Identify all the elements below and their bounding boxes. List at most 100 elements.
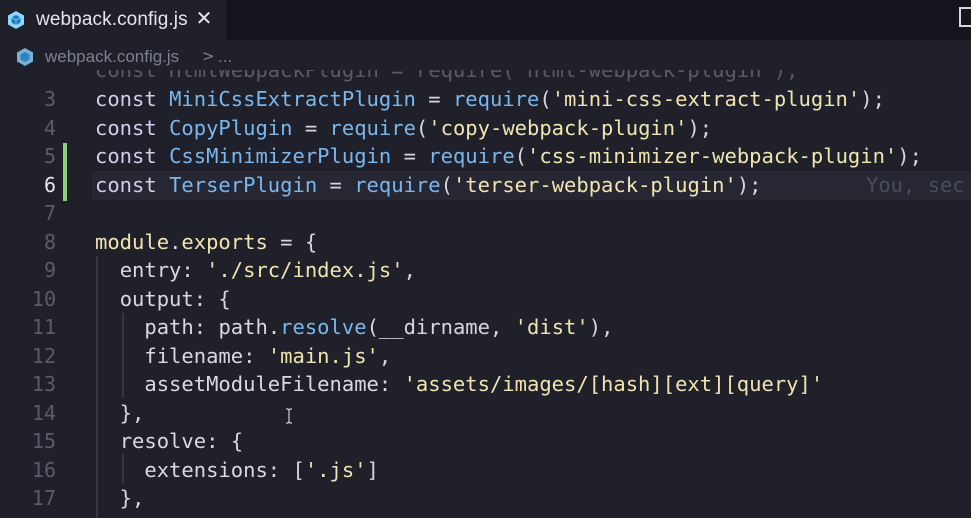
- code-line[interactable]: 14 },: [0, 399, 971, 427]
- code-token: );: [687, 115, 713, 140]
- code-token: .: [169, 229, 182, 254]
- code-line[interactable]: 7: [0, 199, 971, 227]
- code-content: },: [95, 484, 145, 512]
- git-blame-annotation: You, sec: [866, 173, 965, 197]
- line-number: 11: [31, 315, 56, 339]
- code-token: ),: [588, 315, 614, 339]
- breadcrumb-symbols[interactable]: ...: [218, 47, 232, 67]
- code-token: :: [243, 343, 268, 368]
- code-token: const: [95, 172, 170, 197]
- close-icon[interactable]: ✕: [192, 6, 216, 30]
- code-token: TerserPlugin: [169, 172, 318, 197]
- code-content: const TerserPlugin = require('terser-web…: [95, 171, 762, 199]
- code-line[interactable]: 3 const MiniCssExtractPlugin = require('m…: [0, 85, 971, 113]
- code-content: path: path.resolve(__dirname, 'dist'),: [95, 313, 613, 341]
- code-line[interactable]: 4 const CopyPlugin = require('copy-webpac…: [0, 114, 971, 142]
- code-line[interactable]: 5 const CssMinimizerPlugin = require('css…: [0, 142, 971, 170]
- code-token: : [: [267, 457, 305, 482]
- code-token: = {: [267, 229, 318, 254]
- code-token: .: [267, 315, 281, 339]
- code-content: extensions: ['.js']: [95, 456, 379, 484]
- code-token: const: [95, 115, 170, 140]
- code-line[interactable]: 8 module.exports = {: [0, 228, 971, 256]
- code-line[interactable]: 10 output: {: [0, 285, 971, 313]
- code-token: :: [181, 258, 207, 282]
- code-token: 'terser-webpack-plugin': [452, 172, 737, 197]
- code-token: =: [391, 144, 429, 168]
- code-token: },: [95, 486, 145, 510]
- tab-webpack-config[interactable]: webpack.config.js ✕: [0, 0, 226, 40]
- code-token: : {: [206, 429, 244, 453]
- code-token: module: [95, 229, 170, 254]
- code-line[interactable]: 15 resolve: {: [0, 427, 971, 455]
- code-token: :: [378, 372, 404, 396]
- code-token: (: [440, 172, 453, 197]
- code-token: =: [415, 87, 453, 111]
- code-token: filename: [144, 343, 244, 368]
- code-token: MiniCssExtractPlugin: [169, 87, 416, 111]
- code-token: (: [514, 144, 528, 168]
- code-token: '.js': [304, 457, 367, 482]
- code-token: );: [897, 144, 922, 168]
- code-line[interactable]: 16 extensions: ['.js']: [0, 456, 971, 484]
- code-token: assetModuleFilename: [144, 372, 379, 396]
- code-content: output: {: [95, 285, 231, 313]
- code-content: resolve: {: [95, 427, 243, 455]
- tab-label: webpack.config.js: [36, 9, 188, 30]
- code-token: const: [95, 87, 170, 111]
- code-line[interactable]: 9 entry: './src/index.js',: [0, 256, 971, 284]
- code-token: require: [452, 87, 540, 111]
- code-token: path: [144, 315, 194, 339]
- code-token: mod: [120, 515, 157, 518]
- code-token: );: [860, 87, 885, 111]
- code-token: resolve: [119, 429, 207, 453]
- code-content: module.exports = {: [95, 228, 317, 256]
- code-token: CssMinimizerPlugin: [169, 144, 392, 168]
- code-content: filename: 'main.js',: [95, 342, 391, 370]
- code-token: require: [354, 172, 441, 197]
- code-token: path: [218, 315, 268, 339]
- code-token: (: [415, 115, 429, 140]
- code-line[interactable]: 13 assetModuleFilename: 'assets/images/[…: [0, 370, 971, 398]
- code-line[interactable]: module: {: [0, 513, 971, 518]
- line-number: 5: [43, 144, 56, 168]
- code-token: ule: {: [157, 515, 231, 518]
- line-number: 4: [43, 115, 56, 140]
- code-token: :: [193, 315, 219, 339]
- code-token: resolve: [280, 315, 367, 339]
- code-line[interactable]: 11 path: path.resolve(__dirname, 'dist')…: [0, 313, 971, 341]
- code-token: const: [95, 144, 170, 168]
- line-number: 17: [31, 486, 56, 510]
- code-token: require: [428, 144, 515, 168]
- line-number: 9: [43, 258, 56, 282]
- code-token: CopyPlugin: [169, 115, 293, 140]
- line-number: 12: [31, 343, 56, 368]
- code-line[interactable]: 6 const TerserPlugin = require('terser-we…: [0, 171, 971, 199]
- code-token: 'copy-webpack-plugin': [428, 115, 688, 140]
- line-number: 8: [43, 229, 56, 254]
- code-editor[interactable]: const HtmlWebpackPlugin = require('html-…: [0, 70, 971, 518]
- code-token: =: [292, 115, 330, 140]
- code-content: const CssMinimizerPlugin = require('css-…: [95, 142, 922, 170]
- split-editor-icon[interactable]: [957, 2, 971, 32]
- line-number: 3: [43, 87, 56, 111]
- code-token: ,: [403, 258, 416, 282]
- code-token: require: [329, 115, 416, 140]
- code-line[interactable]: 12 filename: 'main.js',: [0, 342, 971, 370]
- code-token: },: [95, 400, 145, 425]
- code-token: );: [736, 172, 762, 197]
- code-token: './src/index.js': [206, 258, 404, 282]
- breadcrumb-file[interactable]: webpack.config.js: [45, 47, 179, 67]
- mouse-ibeam-cursor: [286, 408, 292, 424]
- code-token: =: [317, 172, 355, 197]
- code-token: : {: [193, 286, 231, 311]
- code-token: ,: [378, 343, 392, 368]
- line-number: 13: [31, 372, 56, 396]
- code-line[interactable]: 17 },: [0, 484, 971, 512]
